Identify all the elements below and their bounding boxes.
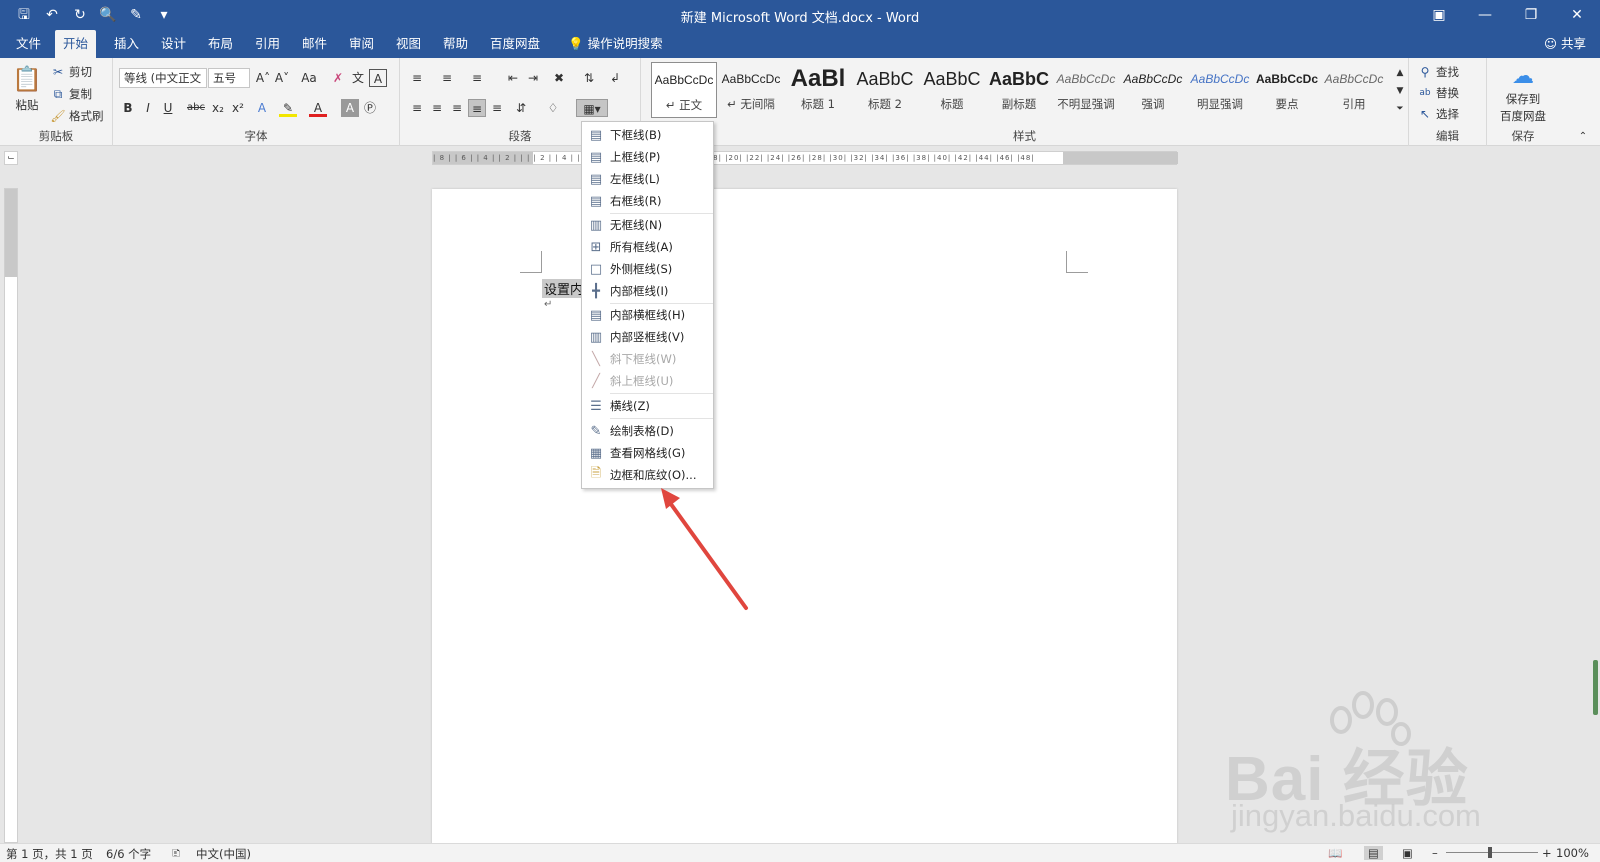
proofing-icon[interactable]: 🗈	[172, 846, 180, 862]
zoom-out-icon[interactable]: –	[1432, 846, 1438, 860]
status-bar: 第 1 页，共 1 页 6/6 个字 🗈 中文(中国) 📖 ▤ ▣ – + 10…	[0, 843, 1600, 862]
zoom-level[interactable]: 100%	[1556, 846, 1589, 860]
zoom-slider-thumb[interactable]	[1488, 847, 1492, 858]
word-count[interactable]: 6/6 个字	[106, 846, 151, 862]
read-mode-icon[interactable]: 📖	[1328, 846, 1342, 860]
language-indicator[interactable]: 中文(中国)	[196, 846, 251, 862]
vertical-scrollbar[interactable]	[1593, 660, 1598, 715]
zoom-slider[interactable]	[1446, 852, 1538, 853]
web-layout-icon[interactable]: ▣	[1402, 846, 1413, 860]
baidu-watermark: Bai 经验 jingyan.baidu.com	[1225, 690, 1565, 840]
print-layout-icon[interactable]: ▤	[1364, 846, 1383, 860]
page-count[interactable]: 第 1 页，共 1 页	[6, 846, 93, 862]
watermark-sub: jingyan.baidu.com	[1231, 798, 1481, 833]
zoom-in-icon[interactable]: +	[1542, 846, 1552, 860]
